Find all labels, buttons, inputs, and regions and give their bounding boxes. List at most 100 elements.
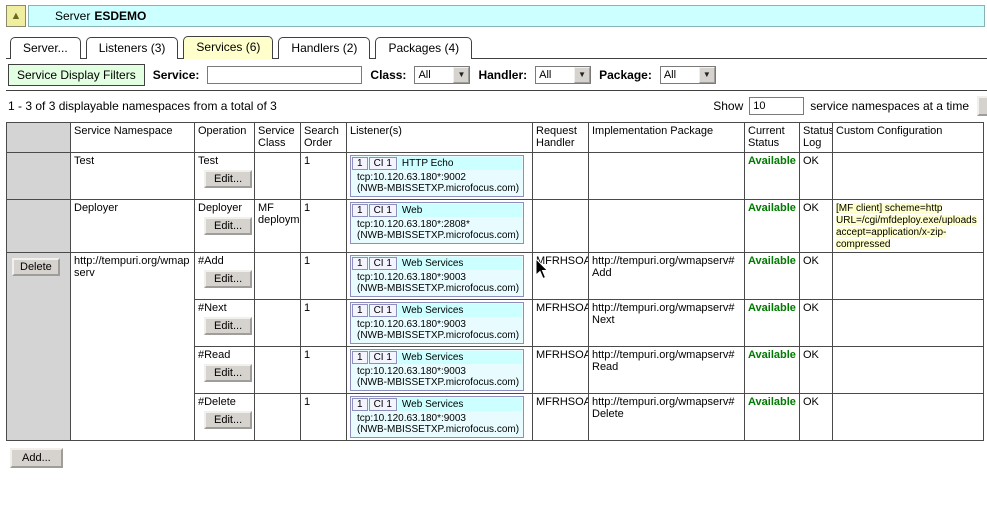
listener-conversation: CI 1 — [369, 157, 397, 170]
column-header-current-status: Current Status — [745, 123, 800, 153]
search-order-cell: 1 — [301, 200, 347, 253]
triangle-up-icon: ▲ — [11, 10, 22, 22]
package-filter-select[interactable]: All ▼ — [660, 66, 716, 84]
edit-button[interactable]: Edit... — [204, 170, 252, 188]
server-name: ESDEMO — [94, 9, 146, 23]
operation-cell: #Read Edit... — [195, 347, 255, 394]
column-header-search-order: Search Order — [301, 123, 347, 153]
listener-cell: 1 CI 1 Web Services tcp:10.120.63.180*:9… — [347, 394, 533, 441]
listener-conversation: CI 1 — [369, 398, 397, 411]
status-badge: Available — [748, 396, 796, 408]
operation-name: #Add — [198, 255, 251, 267]
status-log-cell: OK — [800, 253, 833, 300]
edit-button[interactable]: Edit... — [204, 317, 252, 335]
listener-conversation: CI 1 — [369, 204, 397, 217]
service-class-cell — [255, 300, 301, 347]
implementation-cell: http://tempuri.org/wmapserv#Delete — [589, 394, 745, 441]
listener-cell: 1 CI 1 Web Services tcp:10.120.63.180*:9… — [347, 253, 533, 300]
service-class-cell — [255, 394, 301, 441]
request-handler-cell: MFRHSOAP — [533, 394, 589, 441]
listener-box: 1 CI 1 Web Services tcp:10.120.63.180*:9… — [350, 349, 524, 391]
operation-cell: Deployer Edit... — [195, 200, 255, 253]
operation-name: Deployer — [198, 202, 251, 214]
add-button[interactable]: Add... — [10, 448, 63, 468]
tab-listeners[interactable]: Listeners (3) — [86, 37, 179, 59]
server-label: Server — [55, 9, 90, 23]
search-order-cell: 1 — [301, 153, 347, 200]
column-header-operation: Operation — [195, 123, 255, 153]
class-filter-value: All — [415, 69, 453, 81]
package-filter-value: All — [661, 69, 699, 81]
column-header-listeners: Listener(s) — [347, 123, 533, 153]
status-badge: Available — [748, 302, 796, 314]
edit-button[interactable]: Edit... — [204, 411, 252, 429]
class-filter-select[interactable]: All ▼ — [414, 66, 470, 84]
tab-handlers[interactable]: Handlers (2) — [278, 37, 370, 59]
admin-page: ▲ Server ESDEMO Server... Listeners (3) … — [0, 0, 987, 468]
namespace-cell: Deployer — [71, 200, 195, 253]
show-count-input[interactable] — [749, 97, 804, 115]
service-class-cell — [255, 253, 301, 300]
listener-name: HTTP Echo — [398, 157, 522, 170]
listener-name: Web — [398, 204, 522, 217]
operation-name: #Next — [198, 302, 251, 314]
edit-button[interactable]: Edit... — [204, 364, 252, 382]
listener-cell: 1 CI 1 Web tcp:10.120.63.180*:2808* (NWB… — [347, 200, 533, 253]
service-filter-input[interactable] — [207, 66, 362, 84]
listener-cell: 1 CI 1 HTTP Echo tcp:10.120.63.180*:9002… — [347, 153, 533, 200]
show-suffix: service namespaces at a time — [810, 99, 969, 113]
status-log-cell: OK — [800, 394, 833, 441]
tab-bar: Server... Listeners (3) Services (6) Han… — [6, 35, 987, 59]
service-filter-label: Service: — [153, 68, 200, 82]
listener-cell: 1 CI 1 Web Services tcp:10.120.63.180*:9… — [347, 347, 533, 394]
request-handler-cell: MFRHSOAP — [533, 300, 589, 347]
operation-cell: Test Edit... — [195, 153, 255, 200]
services-table: Service Namespace Operation Service Clas… — [6, 122, 984, 441]
listener-box: 1 CI 1 Web Services tcp:10.120.63.180*:9… — [350, 396, 524, 438]
listener-index: 1 — [352, 398, 368, 411]
request-handler-cell: MFRHSOAP — [533, 347, 589, 394]
chevron-down-icon: ▼ — [453, 67, 469, 83]
listener-address: tcp:10.120.63.180*:9003 — [351, 365, 523, 377]
operation-cell: #Delete Edit... — [195, 394, 255, 441]
status-badge: Available — [748, 202, 796, 214]
status-log-cell: OK — [800, 347, 833, 394]
listener-host: (NWB-MBISSETXP.microfocus.com) — [351, 230, 523, 243]
tab-server[interactable]: Server... — [10, 37, 81, 59]
listener-address: tcp:10.120.63.180*:9002 — [351, 171, 523, 183]
handler-filter-label: Handler: — [478, 68, 527, 82]
listener-index: 1 — [352, 157, 368, 170]
listener-address: tcp:10.120.63.180*:9003 — [351, 412, 523, 424]
status-cell: Available — [745, 153, 800, 200]
listener-box: 1 CI 1 Web Services tcp:10.120.63.180*:9… — [350, 302, 524, 344]
status-log-cell: OK — [800, 153, 833, 200]
handler-filter-select[interactable]: All ▼ — [535, 66, 591, 84]
service-class-cell — [255, 153, 301, 200]
implementation-cell: http://tempuri.org/wmapserv#Next — [589, 300, 745, 347]
table-row: Test Test Edit... 1 1 CI 1 HTTP Echo tcp… — [7, 153, 984, 200]
custom-config-cell — [833, 253, 984, 300]
listener-address: tcp:10.120.63.180*:9003 — [351, 318, 523, 330]
tab-services[interactable]: Services (6) — [183, 36, 273, 59]
collapse-button[interactable]: ▲ — [6, 5, 26, 27]
listener-box: 1 CI 1 Web tcp:10.120.63.180*:2808* (NWB… — [350, 202, 524, 244]
handler-filter-value: All — [536, 69, 574, 81]
custom-config-cell: [MF client] scheme=http URL=/cgi/mfdeplo… — [833, 200, 984, 253]
listener-host: (NWB-MBISSETXP.microfocus.com) — [351, 424, 523, 437]
search-order-cell: 1 — [301, 347, 347, 394]
listener-name: Web Services — [398, 351, 522, 364]
chevron-down-icon: ▼ — [574, 67, 590, 83]
edit-button[interactable]: Edit... — [204, 270, 252, 288]
filter-bar: Service Display Filters Service: Class: … — [6, 59, 987, 91]
status-badge: Available — [748, 349, 796, 361]
column-header-custom-config: Custom Configuration — [833, 123, 984, 153]
listener-index: 1 — [352, 351, 368, 364]
listener-host: (NWB-MBISSETXP.microfocus.com) — [351, 377, 523, 390]
delete-button[interactable]: Delete — [12, 258, 60, 276]
edit-button[interactable]: Edit... — [204, 217, 252, 235]
status-cell: Available — [745, 300, 800, 347]
tab-packages[interactable]: Packages (4) — [375, 37, 472, 59]
refresh-button[interactable] — [977, 96, 987, 116]
column-header-service-class: Service Class — [255, 123, 301, 153]
namespace-cell: http://tempuri.org/wmapserv — [71, 253, 195, 441]
